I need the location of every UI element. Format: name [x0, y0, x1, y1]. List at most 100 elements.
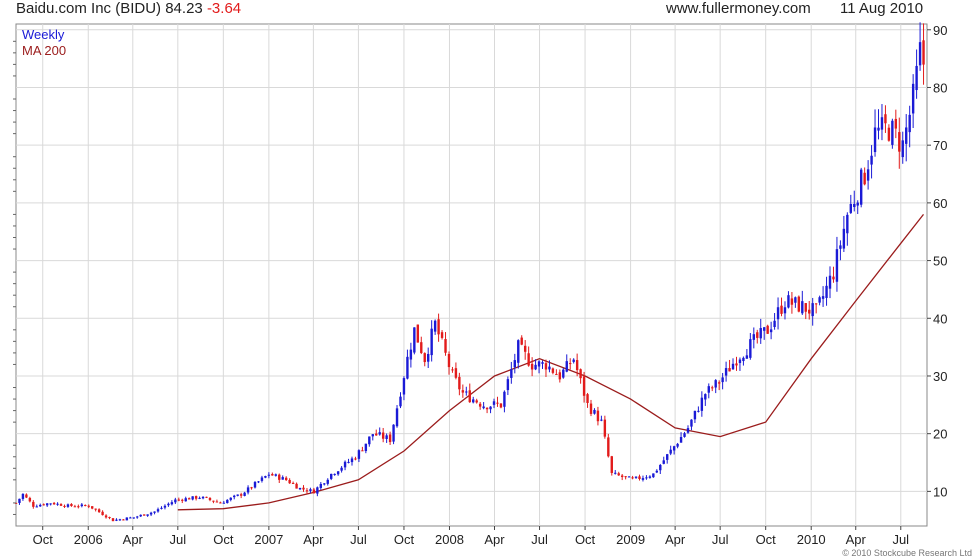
candle-body: [600, 419, 603, 421]
x-tick-label: 2008: [435, 532, 464, 547]
candle-body: [226, 499, 229, 504]
x-tick-label: Jul: [350, 532, 367, 547]
candle-body: [905, 127, 908, 144]
candle-body: [593, 409, 596, 414]
candle-body: [745, 355, 749, 359]
candle-body: [52, 502, 56, 505]
candle-body: [475, 400, 478, 403]
candle-body: [918, 42, 922, 66]
candle-body: [18, 498, 21, 503]
candle-body: [45, 503, 49, 506]
candle-body: [153, 511, 156, 513]
source-label[interactable]: www.fullermoney.com: [666, 0, 811, 17]
candle-body: [898, 132, 901, 152]
candle-body: [340, 467, 343, 471]
candle-body: [388, 434, 392, 443]
x-axis: Oct 2006 Apr Jul Oct 2007 Apr Jul Oct 2008 Apr Jul O…: [33, 526, 909, 547]
candle-body: [447, 354, 451, 368]
candle-body: [288, 479, 291, 484]
candle-body: [541, 362, 544, 364]
candle-body: [697, 410, 700, 412]
candle-body: [686, 428, 690, 433]
candle-body: [749, 339, 752, 358]
candle-body: [666, 454, 669, 460]
candle-body: [284, 477, 288, 481]
y-tick-label: 80: [933, 80, 947, 95]
candle-body: [769, 329, 773, 333]
candle-body: [503, 391, 506, 407]
x-tick-label: Jul: [892, 532, 909, 547]
candle-body: [496, 402, 499, 404]
candle-body: [298, 487, 302, 490]
candle-body: [894, 118, 898, 129]
candle-body: [212, 500, 215, 502]
source-url[interactable]: www.fullermoney.com: [666, 0, 811, 17]
candle-body: [437, 319, 440, 335]
candle-body: [811, 303, 814, 317]
candle-body: [607, 437, 610, 457]
candle-body: [184, 498, 187, 502]
candle-body: [267, 474, 271, 476]
candle-body: [707, 386, 710, 393]
candle-body: [236, 494, 239, 496]
candle-body: [783, 307, 787, 314]
candle-body: [790, 298, 794, 305]
candle-body: [423, 353, 426, 363]
candle-body: [693, 410, 697, 420]
x-tick-label: 2007: [254, 532, 283, 547]
candle-body: [208, 497, 212, 501]
candle-body: [856, 202, 859, 206]
candle-body: [420, 342, 423, 353]
candle-body: [274, 474, 277, 476]
candle-body: [111, 518, 115, 522]
x-tick-label: Apr: [846, 532, 867, 547]
x-tick-label: Oct: [33, 532, 54, 547]
candle-body: [70, 503, 73, 506]
candle-body: [520, 337, 523, 345]
candle-body: [163, 505, 167, 508]
x-tick-label: Apr: [123, 532, 144, 547]
candle-body: [278, 474, 281, 480]
candle-body: [392, 424, 395, 442]
candle-body: [77, 506, 80, 508]
candle-body: [243, 492, 246, 496]
candle-body: [101, 511, 104, 516]
candle-body: [378, 432, 381, 435]
candle-body: [638, 476, 641, 479]
candle-body: [711, 387, 714, 389]
candle-body: [63, 505, 66, 507]
candle-body: [229, 497, 232, 500]
candle-body: [239, 494, 243, 496]
x-tick-label: Oct: [575, 532, 596, 547]
candle-body: [295, 483, 298, 489]
candle-body: [700, 397, 704, 411]
candle-body: [804, 303, 807, 312]
candle-body: [624, 476, 627, 478]
candle-body: [506, 379, 510, 391]
candle-body: [156, 509, 160, 512]
candle-body: [361, 450, 364, 452]
y-tick-label: 10: [933, 484, 947, 499]
candle-body: [84, 505, 87, 507]
candle-body: [499, 403, 503, 408]
candle-body: [333, 473, 336, 475]
candle-body: [160, 507, 163, 509]
candle-body: [870, 155, 873, 165]
candle-body: [780, 305, 783, 314]
x-tick-label: Jul: [712, 532, 729, 547]
candle-body: [80, 504, 84, 507]
candle-body: [39, 504, 42, 507]
candle-body: [814, 303, 818, 305]
candle-body: [489, 406, 492, 410]
candle-body: [187, 498, 191, 500]
candle-body: [430, 328, 433, 356]
candle-body: [167, 503, 170, 506]
price-chart: 10 20 30 40 50 60 70 80 90 Oct 2006 Apr Jul Oct 2007 A…: [13, 22, 947, 547]
candle-body: [478, 403, 482, 407]
candle-body: [375, 433, 378, 436]
candle-body: [679, 437, 683, 443]
candle-body: [139, 514, 142, 517]
candle-body: [776, 307, 780, 320]
ticker-title: Baidu.com Inc (BIDU): [16, 0, 162, 17]
candle-body: [773, 320, 776, 328]
